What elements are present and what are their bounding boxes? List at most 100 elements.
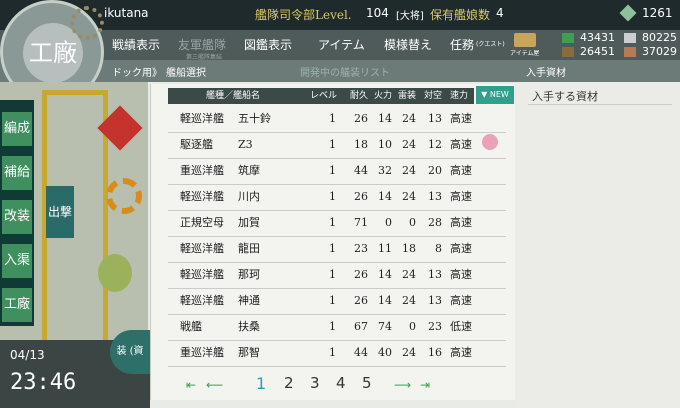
table-row[interactable]: 正規空母 加賀 1 71 0 0 28 高速 <box>168 210 506 237</box>
menu-picture-book[interactable]: 図鑑表示 <box>244 30 292 60</box>
sortie-button[interactable]: 出撃 <box>46 186 74 238</box>
sort-arrow-icon: ▼ <box>481 90 490 99</box>
table-row[interactable]: 戦艦 扶桑 1 67 74 0 23 低速 <box>168 314 506 341</box>
table-row[interactable]: 重巡洋艦 筑摩 1 44 32 24 20 高速 <box>168 158 506 185</box>
resource-subtitle: 入手する資材 <box>532 90 598 103</box>
right-panel-title: 入手資材 <box>526 68 566 79</box>
fuel-value: 43431 <box>580 31 615 44</box>
page-1[interactable]: 1 <box>256 374 266 393</box>
cell-aa: 13 <box>428 190 442 203</box>
table-row[interactable]: 軽巡洋艦 五十鈴 1 26 14 24 13 高速 <box>168 106 506 133</box>
cell-name: 神通 <box>238 294 260 307</box>
cell-type: 軽巡洋艦 <box>180 112 224 125</box>
cell-type: 軽巡洋艦 <box>180 190 224 203</box>
cell-name: 筑摩 <box>238 164 260 177</box>
nav-repair[interactable]: 入渠 <box>2 244 32 278</box>
menu-furniture[interactable]: 模様替え <box>384 30 432 60</box>
rank: [大将] <box>396 11 424 22</box>
cell-fp: 11 <box>378 242 392 255</box>
cell-level: 1 <box>329 190 336 203</box>
cell-name: 那智 <box>238 346 260 359</box>
menu-quests[interactable]: 任務 <box>450 30 474 60</box>
cell-speed: 高速 <box>450 268 472 281</box>
menu-war-results[interactable]: 戦績表示 <box>112 30 160 60</box>
cell-speed: 高速 <box>450 138 472 151</box>
cell-hp: 18 <box>354 138 368 151</box>
hq-level-label: 艦隊司令部Level. <box>255 8 352 22</box>
cell-hp: 44 <box>354 164 368 177</box>
cell-type: 正規空母 <box>180 216 224 229</box>
fairy-icon <box>98 254 132 292</box>
cell-aa: 13 <box>428 112 442 125</box>
next-page-icon[interactable]: ⟶ <box>394 378 411 392</box>
last-page-icon[interactable]: ⇥ <box>420 378 430 392</box>
cell-name: 龍田 <box>238 242 260 255</box>
cell-level: 1 <box>329 164 336 177</box>
page-3[interactable]: 3 <box>310 374 320 392</box>
equip-button[interactable]: 装 (資 <box>110 330 150 374</box>
cell-speed: 低速 <box>450 320 472 333</box>
ship-count-value: 4 <box>496 6 504 20</box>
bauxite-icon <box>624 47 636 57</box>
cell-tp: 18 <box>402 242 416 255</box>
item-shop-icon[interactable] <box>514 33 536 47</box>
cell-fp: 32 <box>378 164 392 177</box>
hdr-hp: 耐久 <box>350 91 369 101</box>
cell-level: 1 <box>329 346 336 359</box>
username: ikutana <box>104 6 149 20</box>
menu-items[interactable]: アイテム <box>318 30 365 60</box>
breadcrumb-current: 艦船選択 <box>166 68 206 79</box>
hq-level-value: 104 <box>366 6 389 20</box>
coins: 1261 <box>642 6 673 20</box>
table-row[interactable]: 駆逐艦 Z3 1 18 10 24 12 高速 <box>168 132 506 159</box>
cell-aa: 28 <box>428 216 442 229</box>
cell-level: 1 <box>329 112 336 125</box>
cell-fp: 10 <box>378 138 392 151</box>
table-header: 艦種／艦船名 レベル 耐久 火力 雷装 対空 速力 <box>168 88 474 104</box>
fuel-icon <box>562 33 574 43</box>
cell-tp: 0 <box>409 320 416 333</box>
cell-aa: 12 <box>428 138 442 151</box>
table-row[interactable]: 軽巡洋艦 龍田 1 23 11 18 8 高速 <box>168 236 506 263</box>
cell-level: 1 <box>329 294 336 307</box>
cell-aa: 13 <box>428 268 442 281</box>
table-row[interactable]: 軽巡洋艦 那珂 1 26 14 24 13 高速 <box>168 262 506 289</box>
page-5[interactable]: 5 <box>362 374 372 392</box>
sort-button[interactable]: ▼ NEW <box>476 86 514 104</box>
cell-level: 1 <box>329 242 336 255</box>
prev-page-icon[interactable]: ⟵ <box>206 378 223 392</box>
ammo-value: 26451 <box>580 45 615 58</box>
cell-fp: 74 <box>378 320 392 333</box>
cell-tp: 0 <box>409 216 416 229</box>
table-row[interactable]: 重巡洋艦 那智 1 44 40 24 16 高速 <box>168 340 506 367</box>
cell-hp: 26 <box>354 190 368 203</box>
nav-remodel[interactable]: 改装 <box>2 200 32 234</box>
cell-aa: 16 <box>428 346 442 359</box>
cell-type: 戦艦 <box>180 320 202 333</box>
cell-name: 加賀 <box>238 216 260 229</box>
cell-tp: 24 <box>402 164 416 177</box>
table-row[interactable]: 軽巡洋艦 川内 1 26 14 24 13 高速 <box>168 184 506 211</box>
resource-panel: 入手する資材 <box>516 82 680 408</box>
page-2[interactable]: 2 <box>284 374 294 392</box>
cell-tp: 24 <box>402 138 416 151</box>
cell-aa: 20 <box>428 164 442 177</box>
nav-organize[interactable]: 編成 <box>2 112 32 146</box>
cell-name: 川内 <box>238 190 260 203</box>
cell-speed: 高速 <box>450 190 472 203</box>
nav-supply[interactable]: 補給 <box>2 156 32 190</box>
lock-heart-icon[interactable] <box>482 134 498 150</box>
cell-speed: 高速 <box>450 242 472 255</box>
cell-fp: 14 <box>378 268 392 281</box>
cell-level: 1 <box>329 138 336 151</box>
table-row[interactable]: 軽巡洋艦 神通 1 26 14 24 13 高速 <box>168 288 506 315</box>
gear-icon <box>70 6 104 40</box>
cell-tp: 24 <box>402 346 416 359</box>
cell-tp: 24 <box>402 112 416 125</box>
cell-hp: 23 <box>354 242 368 255</box>
first-page-icon[interactable]: ⇤ <box>186 378 196 392</box>
cell-speed: 高速 <box>450 294 472 307</box>
page-4[interactable]: 4 <box>336 374 346 392</box>
cell-speed: 高速 <box>450 112 472 125</box>
nav-factory[interactable]: 工廠 <box>2 288 32 322</box>
